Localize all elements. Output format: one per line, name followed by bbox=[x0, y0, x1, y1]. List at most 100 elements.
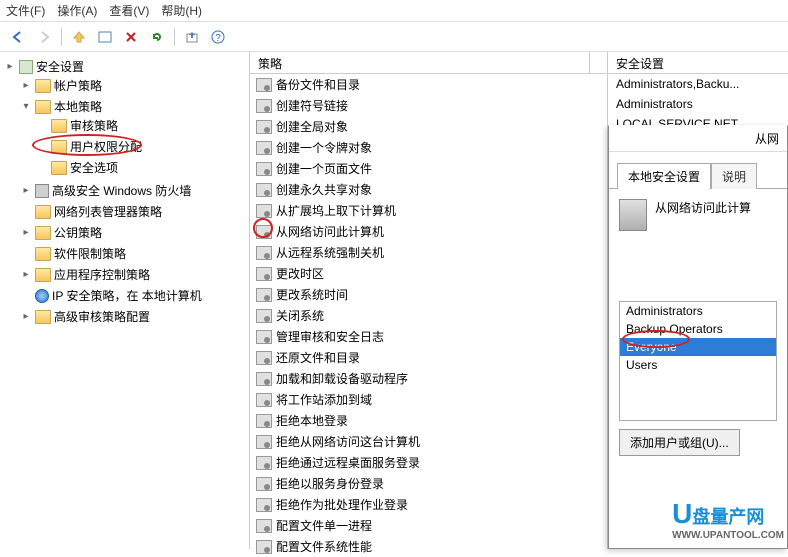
separator bbox=[61, 28, 62, 46]
dialog-body: 从网络访问此计算 AdministratorsBackup OperatorsE… bbox=[609, 189, 787, 466]
policy-label: 创建一个令牌对象 bbox=[276, 139, 372, 156]
menu-help[interactable]: 帮助(H) bbox=[161, 2, 202, 19]
policy-row[interactable]: 创建符号链接 bbox=[250, 95, 607, 116]
menu-file[interactable]: 文件(F) bbox=[6, 2, 45, 19]
policy-row[interactable]: 更改时区 bbox=[250, 263, 607, 284]
tree-label: 安全选项 bbox=[70, 159, 118, 176]
menu-view[interactable]: 查看(V) bbox=[109, 2, 149, 19]
policy-row[interactable]: 从网络访问此计算机 bbox=[250, 221, 607, 242]
policy-row[interactable]: 更改系统时间 bbox=[250, 284, 607, 305]
policy-row[interactable]: 备份文件和目录 bbox=[250, 74, 607, 95]
policy-label: 加载和卸载设备驱动程序 bbox=[276, 370, 408, 387]
policy-label: 创建一个页面文件 bbox=[276, 160, 372, 177]
policy-row[interactable]: 加载和卸载设备驱动程序 bbox=[250, 368, 607, 389]
policy-label: 拒绝通过远程桌面服务登录 bbox=[276, 454, 420, 471]
tree-local[interactable]: ▾本地策略 bbox=[20, 98, 247, 115]
policy-row[interactable]: 将工作站添加到域 bbox=[250, 389, 607, 410]
policy-row[interactable]: 拒绝以服务身份登录 bbox=[250, 473, 607, 494]
policy-row[interactable]: 拒绝本地登录 bbox=[250, 410, 607, 431]
watermark: U盘量产网 WWW.UPANTOOL.COM bbox=[672, 498, 784, 541]
policy-icon bbox=[256, 456, 272, 470]
menu-action[interactable]: 操作(A) bbox=[57, 2, 97, 19]
policy-icon bbox=[256, 183, 272, 197]
tree[interactable]: ▸安全设置 ▸帐户策略 ▾本地策略 审核策略 用户权限分配 安全选项 ▸高级安全… bbox=[2, 56, 247, 329]
watermark-text: 盘量产网 bbox=[692, 507, 764, 527]
refresh-icon[interactable] bbox=[145, 26, 169, 48]
tree-user-rights[interactable]: 用户权限分配 bbox=[36, 138, 247, 155]
policy-row[interactable]: 还原文件和目录 bbox=[250, 347, 607, 368]
tree-firewall[interactable]: ▸高级安全 Windows 防火墙 bbox=[20, 182, 247, 199]
setting-value: Administrators,Backu... bbox=[608, 74, 788, 94]
tab-local-security[interactable]: 本地安全设置 bbox=[617, 163, 711, 189]
policy-row[interactable]: 创建一个页面文件 bbox=[250, 158, 607, 179]
policy-row[interactable]: 拒绝作为批处理作业登录 bbox=[250, 494, 607, 515]
tree-root[interactable]: ▸安全设置 bbox=[4, 58, 247, 75]
tree-label: 审核策略 bbox=[70, 117, 118, 134]
policy-icon bbox=[256, 330, 272, 344]
policy-label: 更改时区 bbox=[276, 265, 324, 282]
tree-ipsec[interactable]: IP 安全策略，在 本地计算机 bbox=[20, 287, 247, 304]
back-icon[interactable] bbox=[6, 26, 30, 48]
policy-label: 配置文件系统性能 bbox=[276, 538, 372, 555]
policy-label: 更改系统时间 bbox=[276, 286, 348, 303]
policy-row[interactable]: 创建全局对象 bbox=[250, 116, 607, 137]
menubar: 文件(F) 操作(A) 查看(V) 帮助(H) bbox=[0, 0, 788, 22]
up-icon[interactable] bbox=[67, 26, 91, 48]
policy-list[interactable]: 备份文件和目录创建符号链接创建全局对象创建一个令牌对象创建一个页面文件创建永久共… bbox=[250, 74, 607, 557]
policy-row[interactable]: 拒绝通过远程桌面服务登录 bbox=[250, 452, 607, 473]
tab-explain[interactable]: 说明 bbox=[711, 163, 757, 189]
tree-account[interactable]: ▸帐户策略 bbox=[20, 77, 247, 94]
policy-icon bbox=[256, 414, 272, 428]
policy-icon bbox=[256, 120, 272, 134]
policy-icon bbox=[256, 267, 272, 281]
folder-icon bbox=[51, 161, 67, 175]
group-item[interactable]: Administrators bbox=[620, 302, 776, 320]
policy-row[interactable]: 创建一个令牌对象 bbox=[250, 137, 607, 158]
tree-audit-cfg[interactable]: ▸高级审核策略配置 bbox=[20, 308, 247, 325]
col-policy[interactable]: 策略 bbox=[250, 52, 590, 73]
export-icon[interactable] bbox=[180, 26, 204, 48]
policy-label: 创建全局对象 bbox=[276, 118, 348, 135]
delete-icon[interactable] bbox=[119, 26, 143, 48]
add-user-button[interactable]: 添加用户或组(U)... bbox=[619, 429, 740, 456]
policy-row[interactable]: 配置文件单一进程 bbox=[250, 515, 607, 536]
folder-icon bbox=[51, 119, 67, 133]
tree-label: 网络列表管理器策略 bbox=[54, 203, 162, 220]
group-item[interactable]: Backup Operators bbox=[620, 320, 776, 338]
props-icon[interactable] bbox=[93, 26, 117, 48]
policy-icon bbox=[256, 540, 272, 554]
col-setting[interactable]: 安全设置 bbox=[608, 52, 788, 74]
policy-icon bbox=[256, 351, 272, 365]
policy-row[interactable]: 从远程系统强制关机 bbox=[250, 242, 607, 263]
group-listbox[interactable]: AdministratorsBackup OperatorsEveryoneUs… bbox=[619, 301, 777, 421]
policy-row[interactable]: 配置文件系统性能 bbox=[250, 536, 607, 557]
tree-label: 公钥策略 bbox=[54, 224, 102, 241]
tree-netlist[interactable]: 网络列表管理器策略 bbox=[20, 203, 247, 220]
tree-audit[interactable]: 审核策略 bbox=[36, 117, 247, 134]
tree-label: 本地策略 bbox=[54, 98, 102, 115]
policy-row[interactable]: 拒绝从网络访问这台计算机 bbox=[250, 431, 607, 452]
tree-pane: ▸安全设置 ▸帐户策略 ▾本地策略 审核策略 用户权限分配 安全选项 ▸高级安全… bbox=[0, 52, 250, 549]
policy-icon bbox=[256, 372, 272, 386]
policy-label: 还原文件和目录 bbox=[276, 349, 360, 366]
policy-row[interactable]: 管理审核和安全日志 bbox=[250, 326, 607, 347]
toolbar: ? bbox=[0, 22, 788, 52]
folder-icon bbox=[35, 79, 51, 93]
policy-row[interactable]: 创建永久共享对象 bbox=[250, 179, 607, 200]
policy-label: 拒绝作为批处理作业登录 bbox=[276, 496, 408, 513]
policy-label: 备份文件和目录 bbox=[276, 76, 360, 93]
separator bbox=[174, 28, 175, 46]
tree-software[interactable]: 软件限制策略 bbox=[20, 245, 247, 262]
setting-value: Administrators bbox=[608, 94, 788, 114]
tree-security-opts[interactable]: 安全选项 bbox=[36, 159, 247, 176]
policy-label: 从网络访问此计算机 bbox=[276, 223, 384, 240]
column-headers: 策略 bbox=[250, 52, 607, 74]
tree-pubkey[interactable]: ▸公钥策略 bbox=[20, 224, 247, 241]
policy-row[interactable]: 从扩展坞上取下计算机 bbox=[250, 200, 607, 221]
help-icon[interactable]: ? bbox=[206, 26, 230, 48]
group-item[interactable]: Everyone bbox=[620, 338, 776, 356]
forward-icon[interactable] bbox=[32, 26, 56, 48]
policy-row[interactable]: 关闭系统 bbox=[250, 305, 607, 326]
tree-appctrl[interactable]: ▸应用程序控制策略 bbox=[20, 266, 247, 283]
group-item[interactable]: Users bbox=[620, 356, 776, 374]
